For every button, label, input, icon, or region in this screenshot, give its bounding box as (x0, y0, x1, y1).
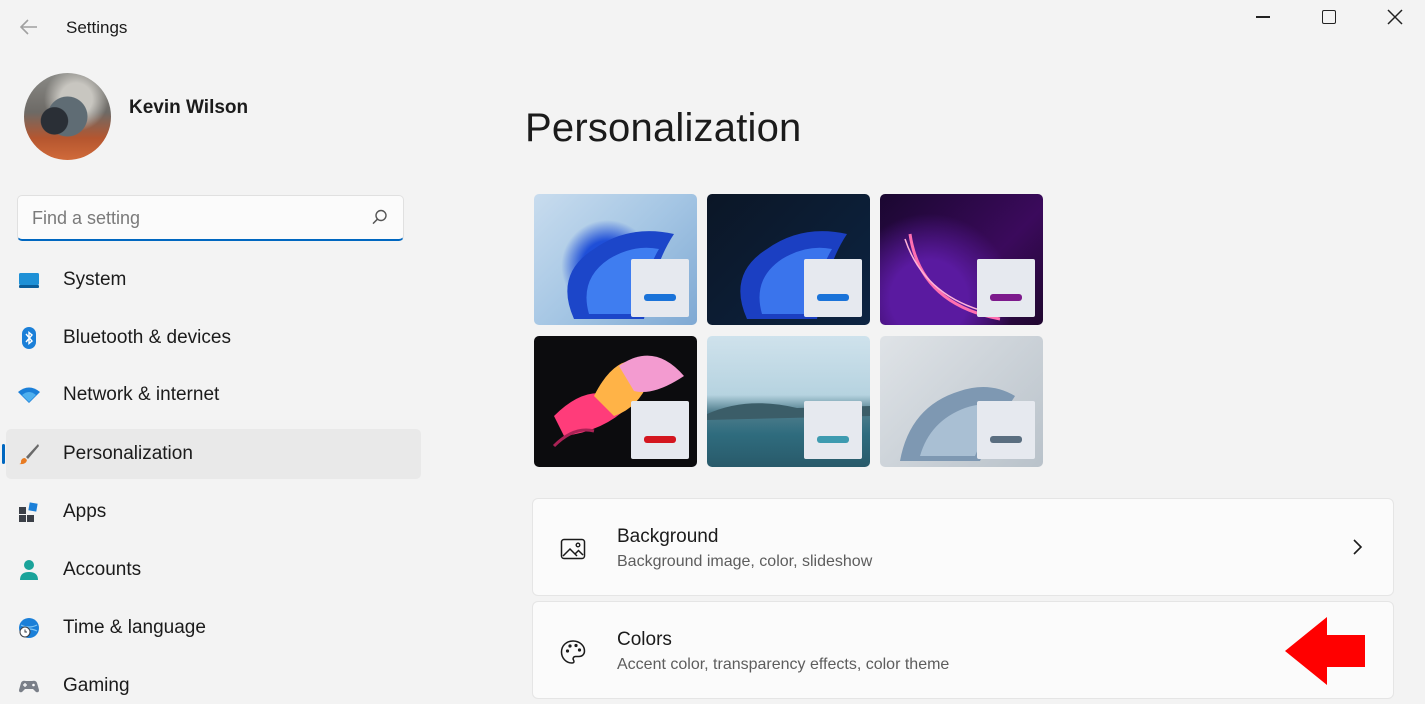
accent-swatch (817, 436, 849, 443)
search-input[interactable] (32, 206, 362, 230)
gamepad-icon (19, 680, 39, 693)
selection-indicator (2, 444, 5, 464)
theme-windows-dark[interactable] (707, 194, 870, 325)
theme-preview-chip (631, 401, 689, 459)
card-title: Colors (617, 629, 672, 650)
accent-swatch (644, 294, 676, 301)
chevron-right-icon (1353, 539, 1363, 555)
sidebar-item-gaming[interactable]: Gaming (6, 661, 421, 704)
sidebar-item-bluetooth[interactable]: Bluetooth & devices (6, 313, 421, 363)
annotation-arrow-icon (1285, 617, 1365, 685)
minimize-icon (1256, 16, 1270, 18)
maximize-button[interactable] (1296, 0, 1362, 32)
sidebar-item-label: Bluetooth & devices (63, 327, 231, 348)
card-subtitle: Accent color, transparency effects, colo… (617, 656, 950, 673)
theme-glow[interactable] (880, 194, 1043, 325)
theme-gallery (534, 194, 1046, 469)
sidebar-item-time-language[interactable]: Time & language (6, 603, 421, 653)
page-title: Personalization (525, 106, 802, 150)
sidebar-item-network[interactable]: Network & internet (6, 370, 421, 420)
sidebar-item-personalization[interactable]: Personalization (2, 429, 421, 479)
close-icon (1387, 9, 1403, 25)
avatar[interactable] (24, 73, 111, 160)
theme-preview-chip (804, 401, 862, 459)
sidebar-item-apps[interactable]: Apps (6, 487, 421, 537)
brush-icon (19, 444, 39, 465)
wifi-icon (18, 387, 40, 403)
app-title: Settings (66, 18, 128, 37)
theme-preview-chip (631, 259, 689, 317)
globe-clock-icon (19, 618, 39, 638)
palette-icon (560, 640, 586, 664)
back-button[interactable] (14, 12, 44, 42)
theme-preview-chip (977, 401, 1035, 459)
sidebar-item-accounts[interactable]: Accounts (6, 545, 421, 595)
card-subtitle: Background image, color, slideshow (617, 553, 873, 570)
theme-preview-chip (804, 259, 862, 317)
theme-windows-light[interactable] (534, 194, 697, 325)
background-card[interactable]: Background Background image, color, slid… (532, 498, 1394, 596)
image-icon (560, 538, 586, 560)
colors-card[interactable]: Colors Accent color, transparency effect… (532, 601, 1394, 699)
close-button[interactable] (1362, 0, 1425, 32)
minimize-button[interactable] (1230, 0, 1296, 32)
title-bar: Settings (0, 0, 1425, 56)
theme-flow[interactable] (880, 336, 1043, 467)
sidebar-item-label: Personalization (63, 443, 193, 464)
search-icon[interactable] (371, 208, 389, 226)
maximize-icon (1322, 10, 1336, 24)
sidebar-item-label: Gaming (63, 675, 130, 696)
sidebar-item-label: Time & language (63, 617, 206, 638)
accent-swatch (990, 294, 1022, 301)
system-icon (19, 273, 39, 288)
sidebar-item-label: Network & internet (63, 384, 220, 405)
user-name: Kevin Wilson (129, 97, 249, 118)
sidebar-item-system[interactable]: System (6, 255, 421, 305)
sidebar-item-label: System (63, 269, 127, 290)
sidebar-item-label: Accounts (63, 559, 142, 580)
sidebar-item-label: Apps (63, 501, 107, 522)
back-arrow-icon (20, 19, 37, 35)
apps-icon (19, 502, 38, 522)
theme-preview-chip (977, 259, 1035, 317)
search-box[interactable] (17, 195, 404, 241)
accent-swatch (644, 436, 676, 443)
accent-swatch (990, 436, 1022, 443)
accent-swatch (817, 294, 849, 301)
bluetooth-icon (22, 327, 36, 349)
person-icon (20, 560, 38, 580)
theme-sunrise[interactable] (707, 336, 870, 467)
theme-captured-motion[interactable] (534, 336, 697, 467)
card-title: Background (617, 526, 719, 547)
